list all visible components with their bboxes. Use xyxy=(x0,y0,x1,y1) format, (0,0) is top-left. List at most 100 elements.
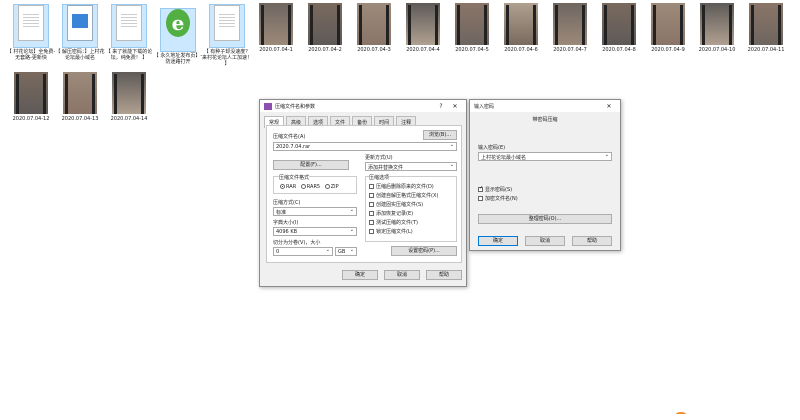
film-strip-icon xyxy=(261,5,291,45)
password-dialog-titlebar[interactable]: 输入密码 ✕ xyxy=(470,100,620,112)
file-item[interactable]: 2020.07.04-10 xyxy=(692,3,742,71)
set-password-button[interactable]: 设置密码(P)... xyxy=(391,246,457,256)
file-name: 2020.07.04-5 xyxy=(455,47,489,53)
file-item[interactable]: e 【 永久地址发布页】-防迷路打开 xyxy=(153,3,203,71)
option-label: 测试压缩的文件(T) xyxy=(376,220,418,226)
method-select[interactable]: 标准 xyxy=(273,207,357,216)
file-name: 【 来了就能下载的论坛，纯免费！ 】 xyxy=(105,49,153,61)
file-item[interactable]: 2020.07.04-11 xyxy=(741,3,791,71)
file-item[interactable]: 2020.07.04-6 xyxy=(496,3,546,71)
help-icon[interactable]: ? xyxy=(434,103,448,110)
film-strip-icon xyxy=(506,5,536,45)
password-input[interactable]: 上村花论坛最小域名 xyxy=(478,152,612,161)
option-checkbox[interactable] xyxy=(369,202,374,207)
format-options: RAR RAR5 ZIP xyxy=(277,184,339,190)
ok-button[interactable]: 确定 xyxy=(342,270,378,280)
password-ok-button[interactable]: 确定 xyxy=(478,236,518,246)
encrypt-names-label: 加密文件名(N) xyxy=(485,196,518,202)
password-cancel-button[interactable]: 取消 xyxy=(525,236,565,246)
split-size-input[interactable]: 0 xyxy=(273,247,333,256)
password-dialog-subtitle: 带密码压缩 xyxy=(532,117,558,123)
encrypt-names-option[interactable]: 加密文件名(N) xyxy=(478,195,518,202)
archive-option[interactable]: 创建自解压格式压缩文件(X) xyxy=(369,192,438,201)
option-checkbox[interactable] xyxy=(369,184,374,189)
archive-name-label: 压缩文件名(A) xyxy=(273,134,306,140)
file-name: 2020.07.04-11 xyxy=(747,47,785,53)
video-thumbnail xyxy=(455,3,489,45)
cancel-button[interactable]: 取消 xyxy=(384,270,420,280)
browse-button[interactable]: 浏览(B)... xyxy=(423,130,457,140)
archive-option[interactable]: 创建固实压缩文件(S) xyxy=(369,201,438,210)
doc-thumbnail xyxy=(13,4,49,48)
file-item[interactable]: 【 有种子却没速度？来村花论坛人工加速！ 】 xyxy=(202,3,252,71)
dict-select[interactable]: 4096 KB xyxy=(273,227,357,236)
file-name: 【 解压密码：】上村花论坛最小域名 xyxy=(55,49,105,61)
ie-thumbnail: e xyxy=(160,8,196,52)
show-password-option[interactable]: 显示密码(S) xyxy=(478,185,512,193)
file-item[interactable]: 2020.07.04-3 xyxy=(349,3,399,71)
radio-rar[interactable] xyxy=(280,184,285,189)
file-item[interactable]: 2020.07.04-4 xyxy=(398,3,448,71)
archive-option[interactable]: 添加恢复记录(E) xyxy=(369,210,438,219)
encrypt-names-checkbox[interactable] xyxy=(478,196,483,201)
format-rar-label: RAR xyxy=(286,184,297,190)
film-strip-icon xyxy=(16,74,46,114)
radio-rar5[interactable] xyxy=(300,184,306,189)
file-item[interactable]: 【 来了就能下载的论坛，纯免费！ 】 xyxy=(104,3,154,71)
archive-option[interactable]: 压缩后删除原来的文件(D) xyxy=(369,183,438,192)
file-name: 2020.07.04-14 xyxy=(110,116,148,122)
film-strip-icon xyxy=(65,74,95,114)
archive-dialog-titlebar[interactable]: 压缩文件名和参数 ? ✕ xyxy=(260,100,466,112)
document-icon xyxy=(214,5,240,41)
doc-thumbnail xyxy=(111,4,147,48)
radio-zip[interactable] xyxy=(324,184,330,189)
option-checkbox[interactable] xyxy=(369,220,374,225)
file-item[interactable]: 【 村花论坛】全免费-无套路-更新快 xyxy=(6,3,56,71)
film-strip-icon xyxy=(114,74,144,114)
file-item[interactable]: 【 解压密码：】上村花论坛最小域名 xyxy=(55,3,105,71)
close-icon[interactable]: ✕ xyxy=(448,103,462,110)
option-label: 创建自解压格式压缩文件(X) xyxy=(376,193,439,199)
browser-icon: e xyxy=(166,9,190,37)
file-item[interactable]: 2020.07.04-12 xyxy=(6,72,56,140)
archive-name-input[interactable]: 2020.7.04.rar xyxy=(273,142,457,151)
file-item[interactable]: 2020.07.04-7 xyxy=(545,3,595,71)
film-strip-icon xyxy=(555,5,585,45)
archive-option[interactable]: 测试压缩的文件(T) xyxy=(369,219,438,228)
film-strip-icon xyxy=(359,5,389,45)
file-name: 2020.07.04-8 xyxy=(602,47,636,53)
file-item[interactable]: 2020.07.04-2 xyxy=(300,3,350,71)
help-button[interactable]: 帮助 xyxy=(426,270,462,280)
file-item[interactable]: 2020.07.04-14 xyxy=(104,72,154,140)
organize-passwords-button[interactable]: 整理密码(O)... xyxy=(478,214,612,224)
password-help-button[interactable]: 帮助 xyxy=(572,236,612,246)
close-icon[interactable]: ✕ xyxy=(602,103,616,110)
file-item[interactable]: 2020.07.04-9 xyxy=(643,3,693,71)
video-thumbnail xyxy=(651,3,685,45)
file-name: 2020.07.04-4 xyxy=(406,47,440,53)
option-checkbox[interactable] xyxy=(369,193,374,198)
show-password-checkbox[interactable] xyxy=(478,185,483,192)
option-checkbox[interactable] xyxy=(369,211,374,216)
film-strip-icon xyxy=(751,5,781,45)
split-unit-select[interactable]: GB xyxy=(335,247,357,256)
file-item[interactable]: 2020.07.04-13 xyxy=(55,72,105,140)
document-icon xyxy=(18,5,44,41)
archive-settings-dialog: 压缩文件名和参数 ? ✕ 常规 高级 选项 文件 备份 时间 注释 压缩文件名(… xyxy=(259,99,467,287)
film-strip-icon xyxy=(653,5,683,45)
file-name: 2020.07.04-9 xyxy=(651,47,685,53)
profile-button[interactable]: 配置(F)... xyxy=(273,160,349,170)
file-item[interactable]: 2020.07.04-8 xyxy=(594,3,644,71)
password-dialog-title: 输入密码 xyxy=(474,103,495,110)
file-item[interactable]: 2020.07.04-5 xyxy=(447,3,497,71)
file-name: 2020.07.04-10 xyxy=(698,47,736,53)
update-mode-select[interactable]: 添加并替换文件 xyxy=(365,162,457,171)
option-checkbox[interactable] xyxy=(369,229,374,234)
file-name: 2020.07.04-12 xyxy=(12,116,50,122)
file-name: 2020.07.04-7 xyxy=(553,47,587,53)
file-item[interactable]: 2020.07.04-1 xyxy=(251,3,301,71)
archive-option[interactable]: 锁定压缩文件(L) xyxy=(369,228,438,237)
format-label: 压缩文件格式 xyxy=(279,174,310,181)
split-label: 切分为分卷(V)，大小 xyxy=(273,240,321,246)
decorative-accent xyxy=(676,412,686,416)
